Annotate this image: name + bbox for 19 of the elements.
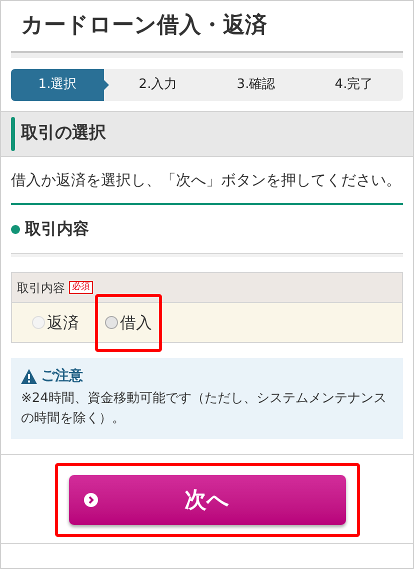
subsection-title: 取引内容 — [25, 218, 89, 240]
notice-title: ご注意 — [41, 366, 83, 386]
radio-button[interactable] — [105, 316, 118, 329]
instruction-text: 借入か返済を選択し、「次へ」ボタンを押してください。 — [10, 170, 402, 191]
warning-icon — [21, 369, 37, 384]
field-label: 取引内容 — [17, 280, 65, 296]
step: 3.確認 — [207, 69, 305, 101]
step: 2.入力 — [109, 69, 207, 101]
next-button[interactable]: 次へ — [68, 475, 346, 525]
step: 4.完了 — [305, 69, 403, 101]
section-title: 取引の選択 — [21, 122, 106, 146]
radio-option[interactable]: 借入 — [105, 310, 152, 334]
step: 1.選択 — [11, 69, 104, 101]
chevron-circle-icon — [84, 493, 98, 507]
step-pointer-icon — [104, 80, 109, 90]
required-badge: 必須 — [69, 281, 93, 294]
notice-text: ※24時間、資金移動可能です（ただし、システムメンテナンスの時間を除く）。 — [21, 390, 388, 428]
radio-option[interactable]: 返済 — [32, 310, 79, 334]
page-title: カードローン借入・返済 — [20, 12, 268, 40]
